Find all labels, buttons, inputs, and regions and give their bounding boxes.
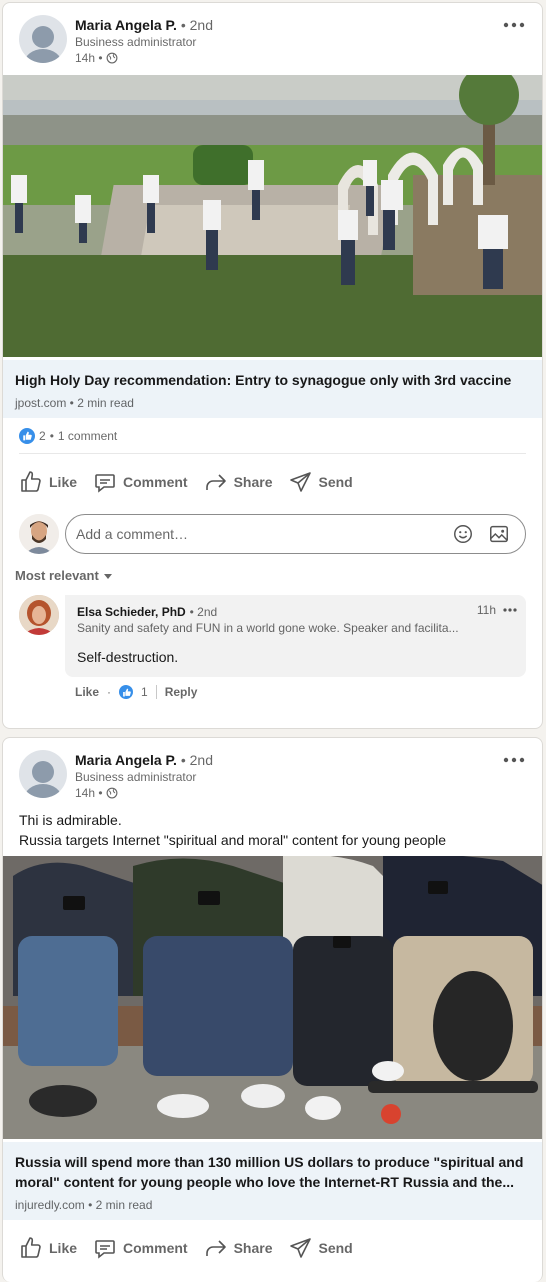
post-time: 14h • bbox=[75, 51, 213, 65]
link-title[interactable]: High Holy Day recommendation: Entry to s… bbox=[15, 370, 530, 390]
action-bar: Like Comment Share Send bbox=[3, 454, 542, 510]
globe-icon bbox=[106, 52, 117, 64]
comment-sort-dropdown[interactable]: Most relevant bbox=[3, 558, 542, 591]
author-info: Maria Angela P. • 2nd Business administr… bbox=[75, 752, 213, 800]
comment-reaction-count[interactable]: 1 bbox=[141, 685, 148, 699]
share-button[interactable]: Share bbox=[196, 462, 281, 502]
like-button[interactable]: Like bbox=[11, 462, 85, 502]
comment-meta: 11h bbox=[477, 603, 518, 617]
outdoor-prayer-photo bbox=[3, 75, 542, 357]
send-icon bbox=[289, 472, 311, 492]
current-user-avatar bbox=[19, 514, 59, 554]
commenter-avatar[interactable] bbox=[19, 595, 59, 635]
comment-like-reaction-icon bbox=[119, 685, 134, 699]
emoji-icon bbox=[454, 525, 472, 543]
comment-input[interactable] bbox=[76, 526, 445, 542]
post-image[interactable] bbox=[3, 75, 542, 360]
comment-icon bbox=[95, 474, 115, 493]
comment-icon bbox=[95, 1240, 115, 1259]
divider bbox=[155, 685, 157, 699]
link-title[interactable]: Russia will spend more than 130 million … bbox=[15, 1152, 530, 1192]
globe-icon bbox=[106, 787, 117, 799]
comment-composer bbox=[3, 510, 542, 558]
post-commentary: Thi is admirable. Russia targets Interne… bbox=[3, 810, 542, 856]
author-name[interactable]: Maria Angela P. bbox=[75, 17, 177, 33]
feed-post: Maria Angela P. • 2nd Business administr… bbox=[2, 2, 543, 729]
link-source: jpost.com • 2 min read bbox=[15, 396, 134, 410]
connection-degree: • 2nd bbox=[180, 752, 213, 768]
post-text-line: Thi is admirable. bbox=[19, 812, 122, 828]
comment-item: Elsa Schieder, PhD • 2nd Sanity and safe… bbox=[3, 591, 542, 677]
send-button[interactable]: Send bbox=[281, 1228, 361, 1268]
share-icon bbox=[205, 1240, 226, 1256]
ellipsis-icon bbox=[503, 22, 525, 28]
post-header: Maria Angela P. • 2nd Business administr… bbox=[3, 738, 542, 810]
comment-reply-button[interactable]: Reply bbox=[165, 685, 198, 699]
connection-degree: • 2nd bbox=[180, 17, 213, 33]
comment-text: Self-destruction. bbox=[77, 649, 179, 665]
post-time: 14h • bbox=[75, 786, 213, 800]
comment-count[interactable]: 1 comment bbox=[58, 429, 117, 443]
share-icon bbox=[205, 474, 226, 490]
social-counts: 2 • 1 comment bbox=[19, 418, 526, 454]
comment-input-wrapper bbox=[65, 514, 526, 554]
thumbs-up-icon bbox=[21, 1237, 41, 1258]
thumbs-up-icon bbox=[21, 471, 41, 492]
share-button[interactable]: Share bbox=[196, 1228, 281, 1268]
image-icon bbox=[490, 525, 508, 543]
comment-button[interactable]: Comment bbox=[85, 1228, 196, 1268]
ellipsis-icon bbox=[503, 757, 525, 763]
link-source: injuredly.com • 2 min read bbox=[15, 1198, 153, 1212]
action-bar: Like Comment Share Send bbox=[3, 1220, 542, 1276]
author-avatar[interactable] bbox=[19, 750, 67, 798]
comment-bubble: Elsa Schieder, PhD • 2nd Sanity and safe… bbox=[65, 595, 526, 677]
reaction-count[interactable]: 2 bbox=[39, 429, 46, 443]
counts-separator: • bbox=[49, 428, 54, 443]
commenter-headline: Sanity and safety and FUN in a world gon… bbox=[77, 621, 459, 635]
emoji-button[interactable] bbox=[445, 518, 481, 550]
author-name[interactable]: Maria Angela P. bbox=[75, 752, 177, 768]
like-reaction-icon bbox=[19, 427, 35, 444]
commenter-name[interactable]: Elsa Schieder, PhD bbox=[77, 605, 186, 619]
link-preview[interactable]: Russia will spend more than 130 million … bbox=[3, 1142, 542, 1220]
comment-time: 11h bbox=[476, 603, 496, 617]
send-button[interactable]: Send bbox=[281, 462, 361, 502]
like-button[interactable]: Like bbox=[11, 1228, 85, 1268]
young-people-phones-photo bbox=[3, 856, 542, 1139]
author-headline: Business administrator bbox=[75, 770, 197, 784]
commenter-degree: • 2nd bbox=[189, 605, 218, 619]
comment-button[interactable]: Comment bbox=[85, 462, 196, 502]
author-avatar[interactable] bbox=[19, 15, 67, 63]
author-headline: Business administrator bbox=[75, 35, 197, 49]
more-options-button[interactable] bbox=[498, 746, 530, 774]
feed-post: Maria Angela P. • 2nd Business administr… bbox=[2, 737, 543, 1282]
send-icon bbox=[289, 1238, 311, 1258]
post-image[interactable] bbox=[3, 856, 542, 1142]
link-preview[interactable]: High Holy Day recommendation: Entry to s… bbox=[3, 360, 542, 418]
comment-actions-dot: · bbox=[107, 685, 112, 699]
author-info: Maria Angela P. • 2nd Business administr… bbox=[75, 17, 213, 65]
post-text-line: Russia targets Internet "spiritual and m… bbox=[19, 832, 447, 848]
comment-actions: Like · 1 Reply bbox=[75, 677, 542, 707]
post-header: Maria Angela P. • 2nd Business administr… bbox=[3, 3, 542, 75]
more-options-button[interactable] bbox=[498, 11, 530, 39]
comment-options-icon[interactable] bbox=[502, 607, 518, 613]
comment-like-button[interactable]: Like bbox=[75, 685, 99, 699]
caret-down-icon bbox=[103, 573, 112, 579]
add-photo-button[interactable] bbox=[481, 518, 517, 550]
